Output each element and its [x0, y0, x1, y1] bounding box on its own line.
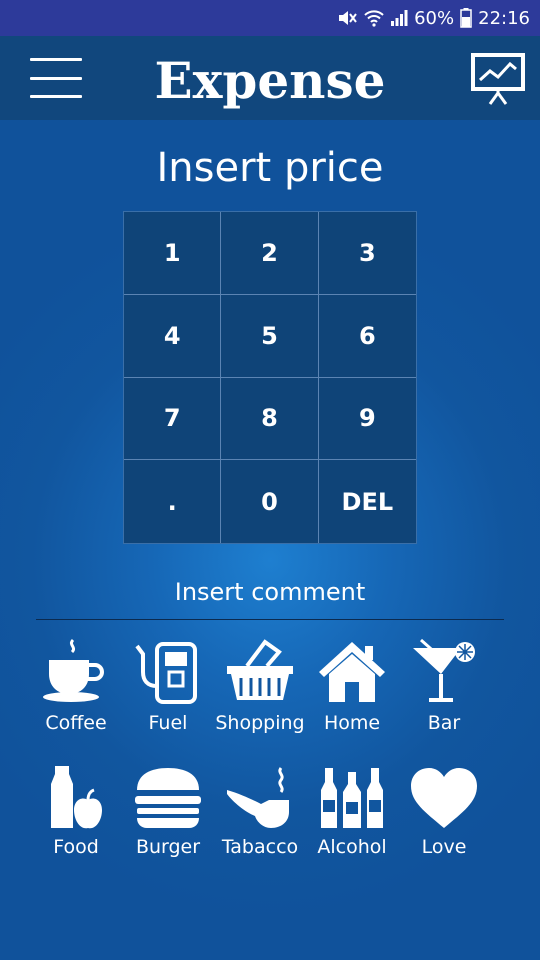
- cocktail-icon: [413, 638, 475, 702]
- menu-icon-bar: [30, 76, 82, 80]
- milk-apple-icon: [51, 766, 102, 829]
- menu-icon-bar: [30, 58, 82, 61]
- category-alcohol[interactable]: Alcohol: [306, 762, 398, 872]
- category-bar[interactable]: Bar: [398, 636, 490, 746]
- key-9[interactable]: 9: [318, 378, 416, 461]
- battery-icon: [460, 8, 472, 28]
- partial-icon: [501, 764, 510, 832]
- app-bar: Expense: [0, 36, 540, 120]
- fuel-pump-icon: [135, 642, 197, 704]
- clock: 22:16: [478, 7, 530, 29]
- wifi-icon: [364, 9, 384, 27]
- key-decimal[interactable]: .: [124, 460, 222, 543]
- key-8[interactable]: 8: [221, 377, 319, 461]
- category-tabacco[interactable]: Tabacco: [214, 762, 306, 872]
- menu-button[interactable]: [30, 58, 82, 98]
- key-3[interactable]: 3: [318, 212, 416, 295]
- category-home[interactable]: Home: [306, 636, 398, 746]
- home-icon: [319, 642, 385, 702]
- key-1[interactable]: 1: [124, 212, 222, 295]
- key-7[interactable]: 7: [124, 377, 222, 461]
- category-love[interactable]: Love: [398, 762, 490, 872]
- category-shopping[interactable]: Shopping: [214, 636, 306, 746]
- pipe-icon: [227, 767, 289, 828]
- category-row: Food Burger Tabacco Alcohol Love: [30, 762, 510, 872]
- battery-percent: 60%: [414, 7, 455, 29]
- key-0[interactable]: 0: [221, 460, 319, 543]
- comment-input[interactable]: Insert comment: [36, 572, 504, 620]
- shopping-basket-icon: [227, 639, 293, 700]
- coffee-icon: [43, 638, 104, 702]
- status-bar: 60% 22:16: [0, 0, 540, 36]
- key-4[interactable]: 4: [124, 294, 222, 378]
- category-label: E: [480, 712, 510, 734]
- burger-icon: [135, 768, 201, 828]
- category-row: Coffee Fuel Shopping Home Bar: [30, 636, 510, 746]
- heart-icon: [411, 768, 477, 828]
- insert-price-heading: Insert price: [156, 145, 384, 191]
- key-delete[interactable]: DEL: [319, 460, 416, 543]
- menu-icon-bar: [30, 95, 82, 98]
- keypad: 1 2 3 4 5 6 7 8 9 . 0 DEL: [123, 211, 417, 544]
- bottles-icon: [321, 768, 383, 828]
- mute-icon: [336, 8, 358, 28]
- category-label: B: [480, 836, 510, 858]
- statistics-button[interactable]: [470, 52, 526, 106]
- presentation-chart-icon: [471, 53, 525, 105]
- key-2[interactable]: 2: [221, 212, 319, 295]
- category-food[interactable]: Food: [30, 762, 122, 872]
- partial-icon: [501, 638, 510, 706]
- category-partial[interactable]: E: [490, 636, 510, 746]
- category-burger[interactable]: Burger: [122, 762, 214, 872]
- signal-icon: [390, 9, 408, 27]
- category-coffee[interactable]: Coffee: [30, 636, 122, 746]
- category-partial[interactable]: B: [490, 762, 510, 872]
- key-6[interactable]: 6: [318, 295, 416, 378]
- category-fuel[interactable]: Fuel: [122, 636, 214, 746]
- key-5[interactable]: 5: [221, 294, 319, 378]
